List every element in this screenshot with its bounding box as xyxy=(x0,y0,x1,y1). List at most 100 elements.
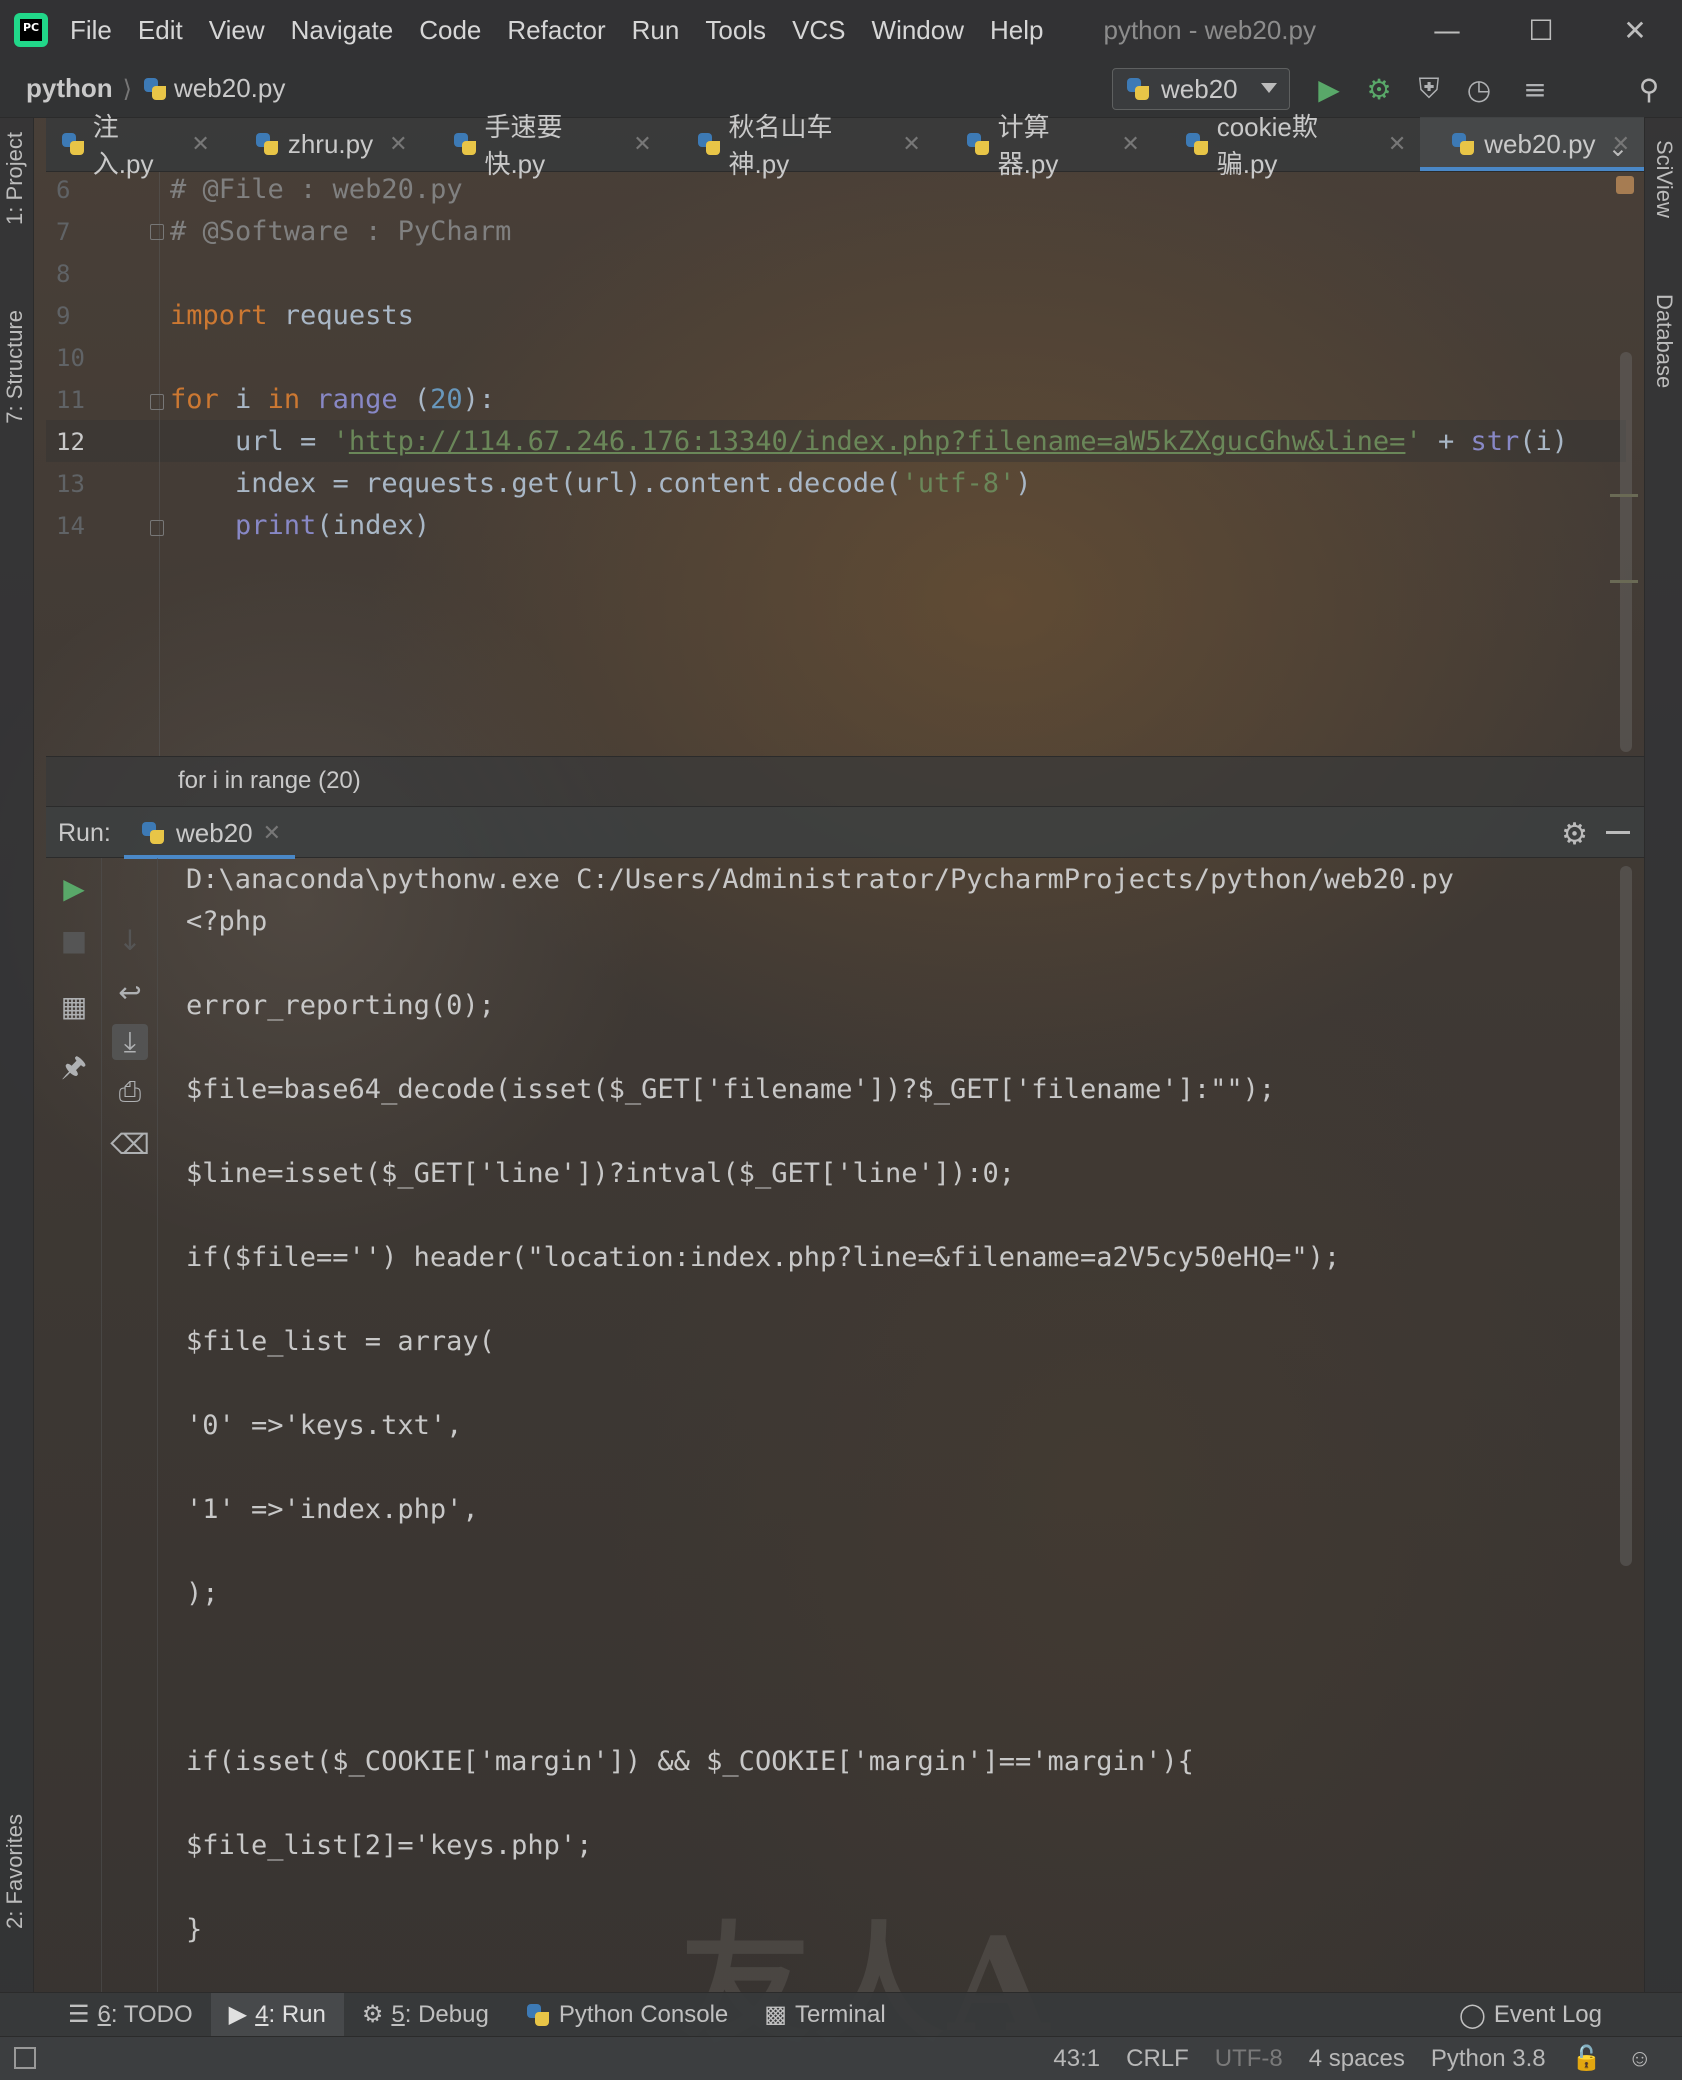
tab-jisuanqi[interactable]: 计算器.py ✕ xyxy=(935,112,1154,179)
string-token: ' xyxy=(1405,426,1422,457)
console-line: $file_list[2]='keys.php'; xyxy=(186,1830,593,1861)
terminal-tool-button[interactable]: ▩ Terminal xyxy=(746,1993,903,2037)
tab-zhru[interactable]: zhru.py ✕ xyxy=(224,117,422,171)
favorites-tool-tab[interactable]: 2: Favorites xyxy=(2,1814,28,1929)
python-file-icon xyxy=(965,131,990,157)
close-tab-icon[interactable]: ✕ xyxy=(1121,131,1139,157)
scroll-down-icon[interactable]: ↓ xyxy=(112,922,148,958)
maximize-window-button[interactable]: ☐ xyxy=(1494,0,1588,60)
line-separator[interactable]: CRLF xyxy=(1126,2045,1189,2073)
close-tab-icon[interactable]: ✕ xyxy=(263,820,281,846)
menu-code[interactable]: Code xyxy=(419,15,481,46)
show-all-tabs-chevron-icon[interactable]: ⌄ xyxy=(1608,134,1628,162)
run-console-output[interactable]: D:\anaconda\pythonw.exe C:/Users/Adminis… xyxy=(160,858,1620,1992)
run-toolbar: ▶ ■ ▦ 🖈 ↓ ↩ ⤓ ⎙ ⌫ xyxy=(46,858,158,1992)
database-tool-tab[interactable]: Database xyxy=(1651,294,1677,388)
file-encoding[interactable]: UTF-8 xyxy=(1215,2045,1283,2073)
tab-qiumingshan[interactable]: 秋名山车神.py ✕ xyxy=(666,112,935,179)
inspector-face-icon[interactable]: ☺ xyxy=(1627,2045,1652,2073)
run-tab-web20[interactable]: web20 ✕ xyxy=(124,807,296,859)
run-configuration-dropdown[interactable]: web20 xyxy=(1112,68,1290,110)
console-line: '1' =>'index.php', xyxy=(186,1494,479,1525)
project-tool-tab[interactable]: 1: Project xyxy=(2,132,28,225)
coverage-shield-icon[interactable]: ⛨ xyxy=(1412,72,1446,106)
close-tab-icon[interactable]: ✕ xyxy=(389,131,407,157)
menu-window[interactable]: Window xyxy=(872,15,964,46)
string-token: ' xyxy=(332,426,349,457)
menu-navigate[interactable]: Navigate xyxy=(291,15,394,46)
python-file-icon xyxy=(254,131,280,157)
code-breadcrumb[interactable]: for i in range (20) xyxy=(178,767,361,795)
run-toolbar-secondary: ↓ ↩ ⤓ ⎙ ⌫ xyxy=(102,858,158,1992)
close-window-button[interactable]: ✕ xyxy=(1588,0,1682,60)
trash-icon[interactable]: ⌫ xyxy=(110,1126,150,1162)
tab-shousu[interactable]: 手速要快.py ✕ xyxy=(422,112,666,179)
soft-wrap-icon[interactable]: ↩ xyxy=(112,974,148,1010)
minimize-window-button[interactable]: — xyxy=(1400,0,1494,60)
sciview-tool-tab[interactable]: SciView xyxy=(1651,140,1677,218)
structure-tool-tab[interactable]: 7: Structure xyxy=(2,310,28,424)
run-icon[interactable]: ▶ xyxy=(1312,72,1346,106)
scroll-to-end-icon[interactable]: ⤓ xyxy=(112,1024,148,1060)
gear-icon[interactable]: ⚙ xyxy=(1561,817,1588,852)
lock-icon[interactable]: 🔓 xyxy=(1572,2044,1602,2073)
search-icon[interactable]: ⚲ xyxy=(1632,72,1666,106)
close-tab-icon[interactable]: ✕ xyxy=(633,131,651,157)
code-token: ) xyxy=(1015,468,1032,499)
pin-icon[interactable]: 🖈 xyxy=(56,1050,92,1088)
run-panel-header: Run: web20 ✕ ⚙ xyxy=(46,806,1644,859)
event-log-tool-button[interactable]: ◯ Event Log xyxy=(1441,1993,1620,2037)
editor-scrollbar[interactable] xyxy=(1620,352,1632,752)
code-token: i xyxy=(218,384,268,415)
python-console-label: Python Console xyxy=(558,2000,729,2028)
todo-tool-button[interactable]: ☰ 6: TODO xyxy=(50,1993,211,2037)
hide-panel-icon[interactable] xyxy=(1606,831,1630,834)
interpreter-selector[interactable]: Python 3.8 xyxy=(1431,2045,1546,2073)
tab-cookie[interactable]: cookie欺骗.py ✕ xyxy=(1154,112,1420,179)
close-tab-icon[interactable]: ✕ xyxy=(1388,131,1406,157)
code-token: ( xyxy=(397,384,431,415)
tab-zhuru-cn[interactable]: 注入.py ✕ xyxy=(46,112,224,179)
inspection-warning-icon[interactable] xyxy=(1616,176,1634,194)
line-number: 10 xyxy=(56,344,85,372)
caret-position[interactable]: 43:1 xyxy=(1053,2045,1100,2073)
menu-edit[interactable]: Edit xyxy=(138,15,183,46)
debug-tool-button[interactable]: ⚙ 5: Debug xyxy=(344,1993,507,2037)
rerun-icon[interactable]: ▶ xyxy=(56,870,92,906)
error-stripe-mark[interactable] xyxy=(1610,494,1638,497)
print-icon[interactable]: ⎙ xyxy=(112,1074,148,1110)
menu-help[interactable]: Help xyxy=(990,15,1043,46)
console-line: if(isset($_COOKIE['margin']) && $_COOKIE… xyxy=(186,1746,1194,1777)
menu-tools[interactable]: Tools xyxy=(705,15,766,46)
menu-view[interactable]: View xyxy=(209,15,265,46)
debug-bug-icon[interactable]: ⚙ xyxy=(1362,72,1396,106)
toggle-tool-windows-icon[interactable] xyxy=(14,2047,36,2069)
code-editor[interactable]: 6 7 8 9 10 11 12 13 14 # @File : web20.p… xyxy=(46,172,1644,756)
python-console-tool-button[interactable]: Python Console xyxy=(507,1993,746,2037)
fold-marker-icon[interactable] xyxy=(150,224,164,240)
console-scrollbar[interactable] xyxy=(1620,866,1632,1566)
menu-run[interactable]: Run xyxy=(632,15,680,46)
breadcrumb-file[interactable]: web20.py xyxy=(142,73,285,104)
event-log-label: Event Log xyxy=(1493,2001,1602,2028)
code-line-13: index = requests.get(url).content.decode… xyxy=(170,468,1032,499)
close-tab-icon[interactable]: ✕ xyxy=(191,131,209,157)
concurrency-icon[interactable]: ≡ xyxy=(1518,72,1552,106)
fold-marker-icon[interactable] xyxy=(150,394,164,410)
run-label: 4: Run xyxy=(255,2000,326,2028)
menu-vcs[interactable]: VCS xyxy=(792,15,845,46)
fold-marker-icon[interactable] xyxy=(150,520,164,536)
url-link[interactable]: http://114.67.246.176:13340/index.php?fi… xyxy=(349,426,1406,457)
menu-file[interactable]: File xyxy=(70,15,112,46)
breadcrumb-file-label: web20.py xyxy=(174,73,286,103)
layout-icon[interactable]: ▦ xyxy=(56,988,92,1024)
indent-setting[interactable]: 4 spaces xyxy=(1309,2045,1405,2073)
stop-icon[interactable]: ■ xyxy=(56,922,92,958)
close-tab-icon[interactable]: ✕ xyxy=(902,131,920,157)
menu-refactor[interactable]: Refactor xyxy=(507,15,605,46)
run-tool-button[interactable]: ▶ 4: Run xyxy=(210,1992,344,2037)
terminal-icon: ▩ xyxy=(764,2001,787,2028)
error-stripe-mark[interactable] xyxy=(1610,580,1638,583)
profile-icon[interactable]: ◷ xyxy=(1462,72,1496,106)
breadcrumb-project[interactable]: python xyxy=(26,73,113,104)
